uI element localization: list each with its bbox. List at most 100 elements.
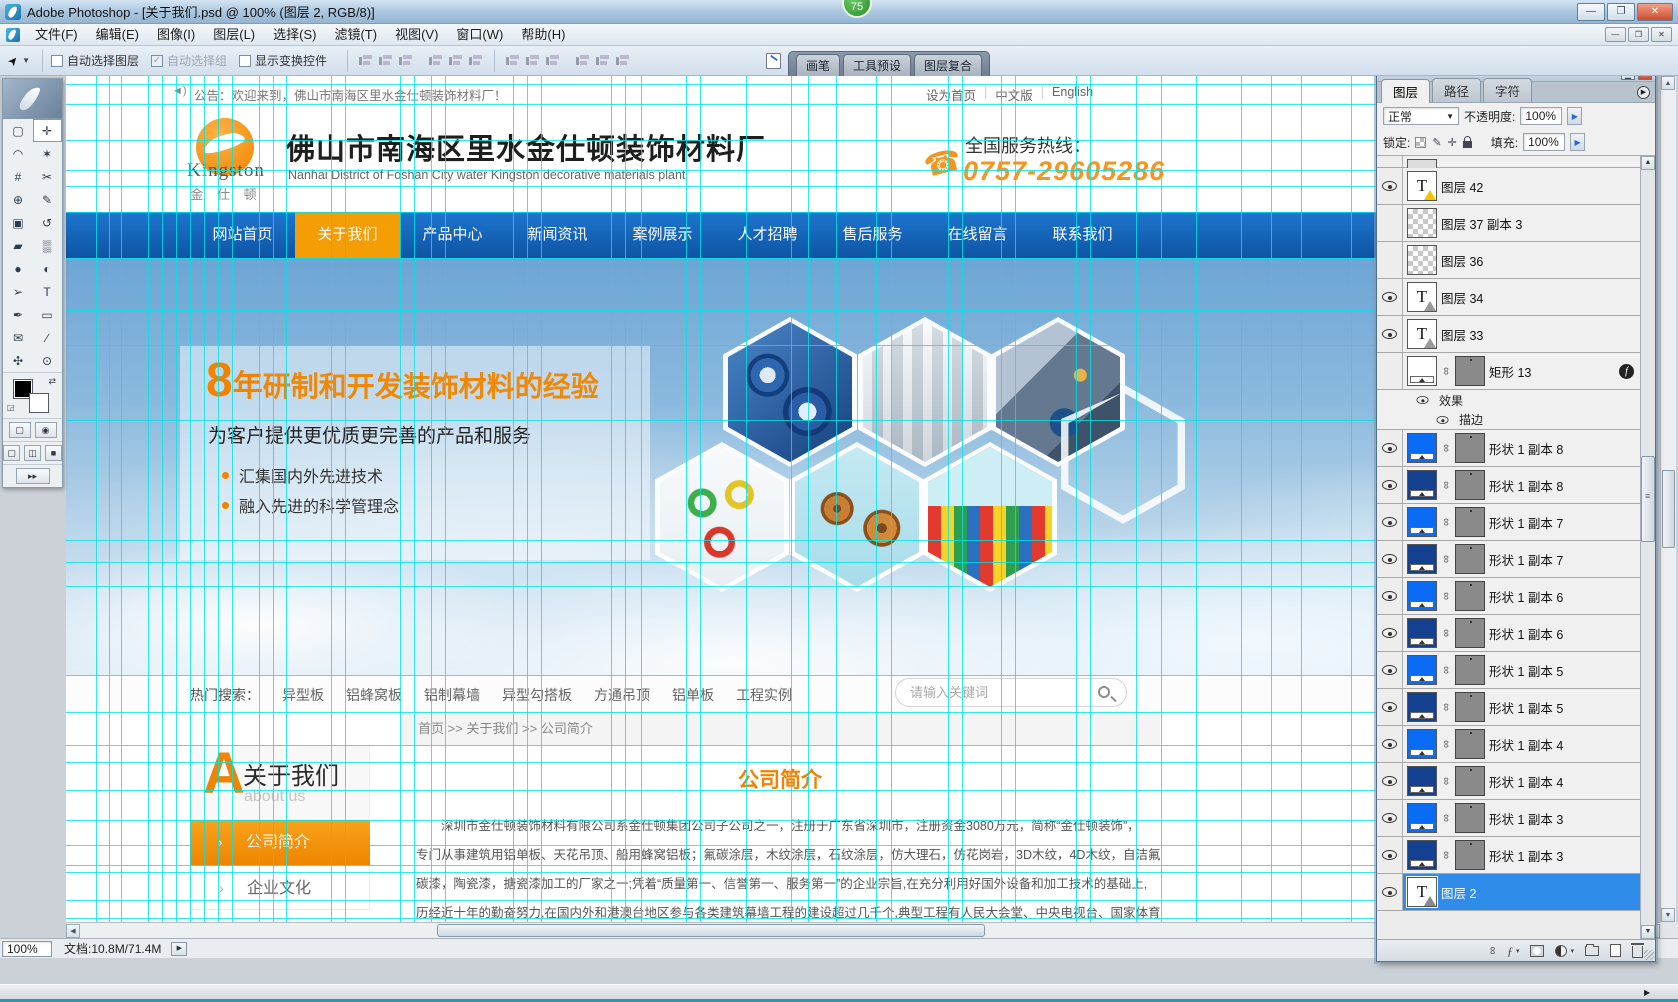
layer-mask-thumbnail[interactable] — [1455, 356, 1485, 386]
visibility-toggle[interactable] — [1377, 541, 1403, 577]
new-layer-icon[interactable] — [1610, 944, 1621, 957]
vertical-scrollbar[interactable]: ▲ ▼ — [1660, 76, 1676, 922]
palette-well-tab-1[interactable]: 画笔 — [796, 54, 840, 76]
pen-tool-icon[interactable]: ✒ — [4, 303, 33, 326]
layer-row[interactable]: 图层 37 副本 3 — [1377, 205, 1640, 242]
close-button[interactable]: ✕ — [1637, 3, 1673, 21]
palette-tab-1[interactable]: 图层 — [1381, 79, 1430, 103]
move-tool-icon[interactable]: ✛ — [33, 119, 62, 142]
lasso-tool-icon[interactable]: ◠ — [4, 142, 33, 165]
new-group-icon[interactable] — [1585, 946, 1599, 956]
auto-select-layer-checkbox[interactable]: 自动选择图层 — [51, 52, 139, 69]
scroll-left-icon[interactable]: ◀ — [66, 924, 80, 938]
layer-mask-thumbnail[interactable] — [1455, 507, 1485, 537]
quick-mask-mode-button[interactable]: ◉ — [35, 422, 57, 438]
menu-item-5[interactable]: 选择(S) — [264, 24, 325, 45]
layer-effect-row[interactable]: 效果 — [1377, 390, 1640, 410]
lock-all-icon[interactable] — [1463, 141, 1472, 148]
scroll-down-icon[interactable]: ▼ — [1641, 925, 1655, 939]
layer-mask-thumbnail[interactable] — [1455, 618, 1485, 648]
opacity-spinner-icon[interactable]: ▶ — [1567, 107, 1582, 125]
menu-item-7[interactable]: 视图(V) — [386, 24, 447, 45]
lock-position-icon[interactable]: ✛ — [1448, 136, 1457, 149]
fill-field[interactable]: 100% — [1523, 133, 1565, 151]
slice-tool-icon[interactable]: ✂ — [33, 165, 62, 188]
nav-item-2[interactable]: 关于我们 — [295, 212, 400, 258]
search-input[interactable] — [910, 680, 1080, 705]
healing-brush-tool-icon[interactable]: ⊕ — [4, 188, 33, 211]
default-colors-icon[interactable]: ◲ — [7, 403, 15, 412]
visibility-icon[interactable] — [1437, 416, 1449, 424]
tool-preset-dropdown-icon[interactable]: ▼ — [22, 56, 30, 65]
layer-row[interactable]: T图层 34 — [1377, 279, 1640, 316]
layer-row[interactable]: ∞形状 1 副本 7 — [1377, 541, 1640, 578]
clone-stamp-tool-icon[interactable]: ▣ — [4, 211, 33, 234]
layer-row[interactable]: ∞形状 1 副本 5 — [1377, 652, 1640, 689]
lock-pixels-icon[interactable]: ✎ — [1432, 136, 1441, 149]
layer-row[interactable]: ∞形状 1 副本 3 — [1377, 800, 1640, 837]
shape-tool-icon[interactable]: ▭ — [33, 303, 62, 326]
nav-item-3[interactable]: 产品中心 — [400, 212, 505, 258]
swap-colors-icon[interactable]: ⇄ — [48, 376, 56, 387]
palette-resize-grip[interactable] — [1644, 950, 1654, 960]
title-bar[interactable]: Adobe Photoshop - [关于我们.psd @ 100% (图层 2… — [0, 0, 1678, 24]
layer-mask-thumbnail[interactable] — [1455, 655, 1485, 685]
lock-transparency-icon[interactable] — [1415, 137, 1426, 148]
notes-tool-icon[interactable]: ✉ — [4, 326, 33, 349]
layer-mask-thumbnail[interactable] — [1455, 692, 1485, 722]
nav-item-9[interactable]: 联系我们 — [1030, 212, 1135, 258]
visibility-toggle[interactable] — [1377, 504, 1403, 540]
show-transform-controls-checkbox-box[interactable] — [239, 55, 251, 67]
type-tool-icon[interactable]: T — [33, 280, 62, 303]
menu-item-8[interactable]: 窗口(W) — [447, 24, 512, 45]
menu-item-3[interactable]: 图像(I) — [148, 24, 204, 45]
layer-mask-thumbnail[interactable] — [1455, 433, 1485, 463]
brush-tool-icon[interactable]: ✎ — [33, 188, 62, 211]
background-color-swatch[interactable] — [29, 393, 49, 413]
visibility-toggle[interactable] — [1377, 316, 1403, 352]
layer-row[interactable]: ∞形状 1 副本 8 — [1377, 430, 1640, 467]
fill-spinner-icon[interactable]: ▶ — [1570, 133, 1585, 151]
menu-item-6[interactable]: 滤镜(T) — [325, 24, 386, 45]
scrollbar-thumb[interactable] — [1641, 456, 1655, 542]
sidebar-menu-1[interactable]: ›公司简介 — [190, 820, 370, 865]
fullscreen-button[interactable]: ■ — [45, 445, 62, 461]
palette-well-tab-2[interactable]: 工具预设 — [843, 54, 911, 76]
horizontal-scroll-thumb[interactable] — [437, 924, 985, 937]
layer-mask-thumbnail[interactable] — [1455, 729, 1485, 759]
nav-item-6[interactable]: 人才招聘 — [715, 212, 820, 258]
link-layers-icon[interactable]: ∞ — [1487, 947, 1498, 955]
hot-search-link-2[interactable]: 铝蜂窝板 — [346, 685, 402, 705]
menu-item-2[interactable]: 编辑(E) — [87, 24, 148, 45]
visibility-toggle[interactable] — [1377, 242, 1403, 278]
layer-mask-thumbnail[interactable] — [1455, 470, 1485, 500]
restore-button[interactable]: ❐ — [1607, 3, 1635, 21]
palette-menu-icon[interactable]: ▶ — [1637, 86, 1650, 99]
layer-row[interactable]: ∞形状 1 副本 6 — [1377, 615, 1640, 652]
layer-mask-thumbnail[interactable] — [1455, 803, 1485, 833]
visibility-toggle[interactable] — [1377, 168, 1403, 204]
hot-search-link-3[interactable]: 铝制幕墙 — [424, 685, 480, 705]
visibility-toggle[interactable] — [1377, 726, 1403, 762]
add-layer-mask-icon[interactable] — [1530, 945, 1544, 957]
scroll-up-icon[interactable]: ▲ — [1641, 156, 1655, 170]
auto-select-layer-checkbox-box[interactable] — [51, 55, 63, 67]
menu-item-4[interactable]: 图层(L) — [204, 24, 264, 45]
layer-row[interactable]: ∞形状 1 副本 6 — [1377, 578, 1640, 615]
layer-row[interactable]: ∞形状 1 副本 4 — [1377, 763, 1640, 800]
layer-row[interactable]: T图层 2 — [1377, 874, 1640, 911]
crop-tool-icon[interactable]: # — [4, 165, 33, 188]
layer-mask-thumbnail[interactable] — [1455, 544, 1485, 574]
layer-list-scrollbar[interactable]: ▲ ▼ — [1640, 156, 1655, 939]
zoom-level-field[interactable]: 100% — [2, 941, 52, 957]
visibility-toggle[interactable] — [1377, 353, 1403, 389]
fullscreen-menubar-button[interactable]: ◫ — [24, 445, 41, 461]
doc-minimize-button[interactable]: — — [1605, 27, 1626, 42]
layer-mask-thumbnail[interactable] — [1455, 840, 1485, 870]
bridge-icon[interactable] — [766, 53, 781, 69]
visibility-toggle[interactable] — [1377, 578, 1403, 614]
magic-wand-tool-icon[interactable]: ✶ — [33, 142, 62, 165]
layer-row[interactable]: ∞形状 1 副本 3 — [1377, 837, 1640, 874]
eraser-tool-icon[interactable]: ▰ — [4, 234, 33, 257]
nav-item-4[interactable]: 新闻资讯 — [505, 212, 610, 258]
